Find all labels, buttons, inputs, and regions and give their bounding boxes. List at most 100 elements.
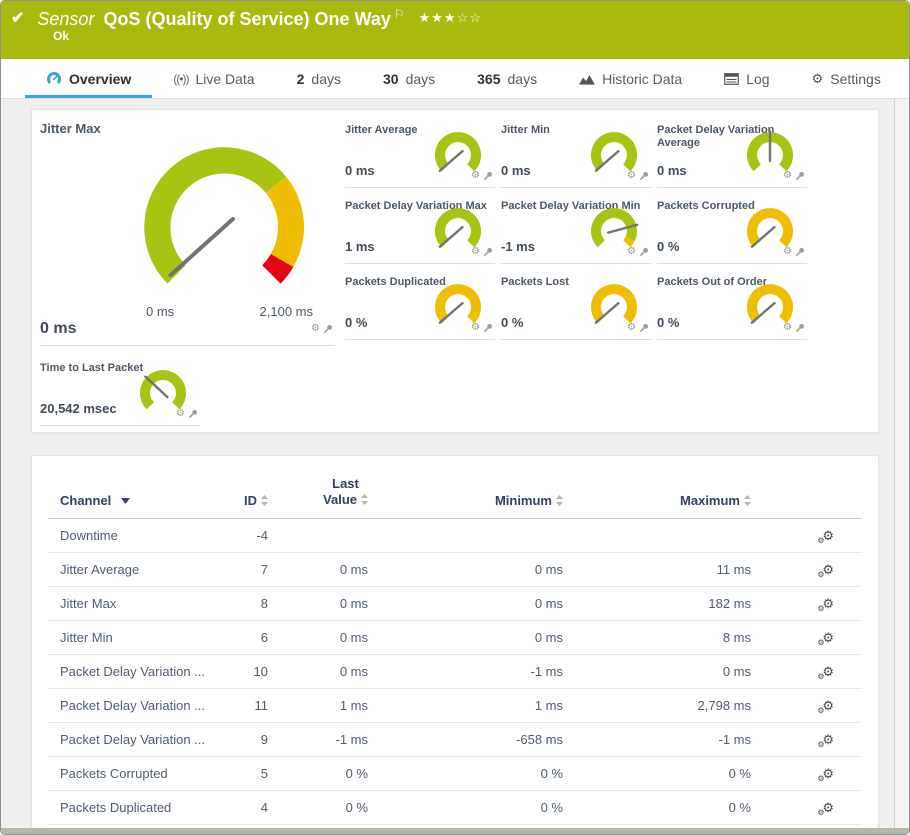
gauge-pin-icon[interactable] (795, 323, 805, 333)
column-header-maximum[interactable]: Maximum (563, 493, 751, 508)
sort-icon[interactable] (744, 495, 751, 507)
gauge-pin-icon[interactable] (483, 323, 493, 333)
cell-id: 8 (260, 596, 268, 612)
gauge-pin-icon[interactable] (188, 409, 198, 419)
gauge-settings-icon[interactable]: ⚙ (471, 322, 480, 333)
table-row[interactable]: Packet Delay Variation ... 10 0 ms -1 ms 0 m… (48, 655, 862, 690)
cell-minimum: 0 % (540, 766, 563, 782)
gauge-settings-icon[interactable]: ⚙ (783, 322, 792, 333)
channel-settings-icon[interactable]: ⚙⚙ (817, 766, 834, 783)
cell-channel[interactable]: Packet Delay Variation ... (48, 698, 213, 713)
channel-settings-icon[interactable]: ⚙⚙ (817, 562, 834, 579)
channel-settings-icon[interactable]: ⚙⚙ (817, 630, 834, 647)
gauge-mini-icons: ⚙ (627, 246, 649, 257)
table-row[interactable]: Packet Delay Variation ... 9 -1 ms -658 ms -… (48, 723, 862, 758)
cell-id: -4 (256, 528, 268, 544)
cell-last-value: 0 ms (339, 630, 368, 646)
sort-desc-icon[interactable] (121, 497, 131, 504)
cell-minimum: 0 ms (534, 596, 563, 612)
gauge-tile: Packets Lost 0 % ⚙ (501, 270, 651, 340)
gauge-pin-icon[interactable] (639, 247, 649, 257)
gauge-pin-icon[interactable] (323, 324, 333, 334)
gauge-value: 0 ms (657, 163, 687, 178)
cell-channel[interactable]: Packets Corrupted (48, 766, 213, 781)
gauge-settings-icon[interactable]: ⚙ (471, 171, 480, 181)
tab-bar: Overview ((•)) Live Data 2 days 30 days 365 days… (1, 59, 909, 99)
gauge-settings-icon[interactable]: ⚙ (783, 171, 792, 181)
table-row[interactable]: Jitter Max 8 0 ms 0 ms 182 ms ⚙ ⚙ (48, 587, 862, 622)
table-row[interactable]: Packets Corrupted 5 0 % 0 % 0 % ⚙ ⚙ (48, 757, 862, 792)
gauge-pin-icon[interactable] (639, 171, 649, 181)
extra-gauge-row: Time to Last Packet 20,542 msec ⚙ (40, 356, 870, 426)
live-data-icon: ((•)) (173, 71, 189, 86)
table-row[interactable]: Jitter Min 6 0 ms 0 ms 8 ms ⚙ ⚙ (48, 621, 862, 656)
tab-label: Log (746, 70, 770, 87)
cell-channel[interactable]: Packets Duplicated (48, 800, 213, 815)
gauge-settings-icon[interactable]: ⚙ (627, 171, 636, 181)
gauge-pin-icon[interactable] (795, 247, 805, 257)
gauge-tile: Packet Delay Variation Max 1 ms ⚙ (345, 194, 495, 264)
scrollbar[interactable] (894, 99, 909, 834)
gauge-settings-icon[interactable]: ⚙ (176, 408, 185, 419)
gauge-pin-icon[interactable] (483, 171, 493, 181)
gauge-value: 0 % (657, 238, 680, 254)
page-title: QoS (Quality of Service) One Way (103, 9, 391, 29)
gauge-settings-icon[interactable]: ⚙ (471, 246, 480, 257)
gauge-pin-icon[interactable] (483, 247, 493, 257)
sort-icon[interactable] (361, 494, 368, 506)
channel-settings-icon[interactable]: ⚙⚙ (817, 528, 834, 545)
gauge-settings-icon[interactable]: ⚙ (783, 246, 792, 257)
cell-maximum: 0 ms (722, 664, 751, 680)
channel-table-card: Channel ID Last Value Minimum Maximum Downtim… (31, 454, 879, 834)
column-header-minimum[interactable]: Minimum (368, 493, 563, 508)
gauge-settings-icon[interactable]: ⚙ (627, 246, 636, 257)
cell-channel[interactable]: Packet Delay Variation ... (48, 732, 213, 747)
gauge-value: 0 % (501, 314, 524, 330)
tab-overview[interactable]: Overview (25, 59, 152, 98)
gauge-pin-icon[interactable] (795, 171, 805, 181)
gauge-mini-icons: ⚙ (627, 322, 649, 333)
tab-365-days[interactable]: 365 days (456, 59, 558, 98)
column-header-last-value[interactable]: Last Value (268, 476, 368, 509)
tab-settings[interactable]: ⚙ Settings (791, 59, 902, 98)
table-row[interactable]: Downtime -4 ⚙ ⚙ (48, 519, 862, 554)
gauge-dial (144, 147, 305, 284)
gauge-mini-icons: ⚙ (471, 171, 493, 181)
gauge-settings-icon[interactable]: ⚙ (627, 322, 636, 333)
channel-settings-icon[interactable]: ⚙⚙ (817, 698, 834, 715)
cell-channel[interactable]: Jitter Min (48, 630, 213, 645)
tab-2-days[interactable]: 2 days (276, 59, 362, 98)
column-label: Value (323, 492, 357, 508)
tab-label: Overview (69, 70, 132, 87)
gauge-scale-max: 2,100 ms (259, 303, 313, 319)
channel-settings-icon[interactable]: ⚙⚙ (817, 800, 834, 817)
status-check-icon: ✔ (11, 10, 25, 27)
cell-channel[interactable]: Jitter Average (48, 562, 213, 577)
settings-gear-icon: ⚙ (811, 71, 824, 86)
sort-icon[interactable] (261, 495, 268, 507)
channel-settings-icon[interactable]: ⚙⚙ (817, 732, 834, 749)
cell-channel[interactable]: Jitter Max (48, 596, 213, 611)
column-header-channel[interactable]: Channel (48, 493, 213, 508)
sort-icon[interactable] (556, 495, 563, 507)
table-row[interactable]: Packet Delay Variation ... 11 1 ms 1 ms 2,79… (48, 689, 862, 724)
column-header-id[interactable]: ID (213, 493, 268, 508)
table-row[interactable]: Packets Duplicated 4 0 % 0 % 0 % ⚙ ⚙ (48, 791, 862, 826)
tab-log[interactable]: Log (703, 59, 790, 98)
cell-maximum: 0 % (728, 766, 751, 782)
priority-stars[interactable]: ★★★☆☆ (419, 10, 482, 26)
channel-table-body: Downtime -4 ⚙ ⚙ Jitter Average 7 0 ms 0 ms 11 ms… (48, 519, 862, 834)
cell-last-value: 0 ms (339, 664, 368, 680)
cell-channel[interactable]: Downtime (48, 528, 213, 543)
gauge-pin-icon[interactable] (639, 323, 649, 333)
tab-live-data[interactable]: ((•)) Live Data (152, 59, 275, 98)
channel-settings-icon[interactable]: ⚙⚙ (817, 664, 834, 681)
channel-settings-icon[interactable]: ⚙⚙ (817, 596, 834, 613)
flag-icon[interactable]: ⚐ (394, 7, 405, 21)
cell-maximum: 0 % (728, 800, 751, 816)
tab-30-days[interactable]: 30 days (362, 59, 456, 98)
tab-historic-data[interactable]: Historic Data (558, 59, 703, 98)
cell-channel[interactable]: Packet Delay Variation ... (48, 664, 213, 679)
gauge-settings-icon[interactable]: ⚙ (311, 323, 320, 334)
table-row[interactable]: Jitter Average 7 0 ms 0 ms 11 ms ⚙ ⚙ (48, 553, 862, 588)
